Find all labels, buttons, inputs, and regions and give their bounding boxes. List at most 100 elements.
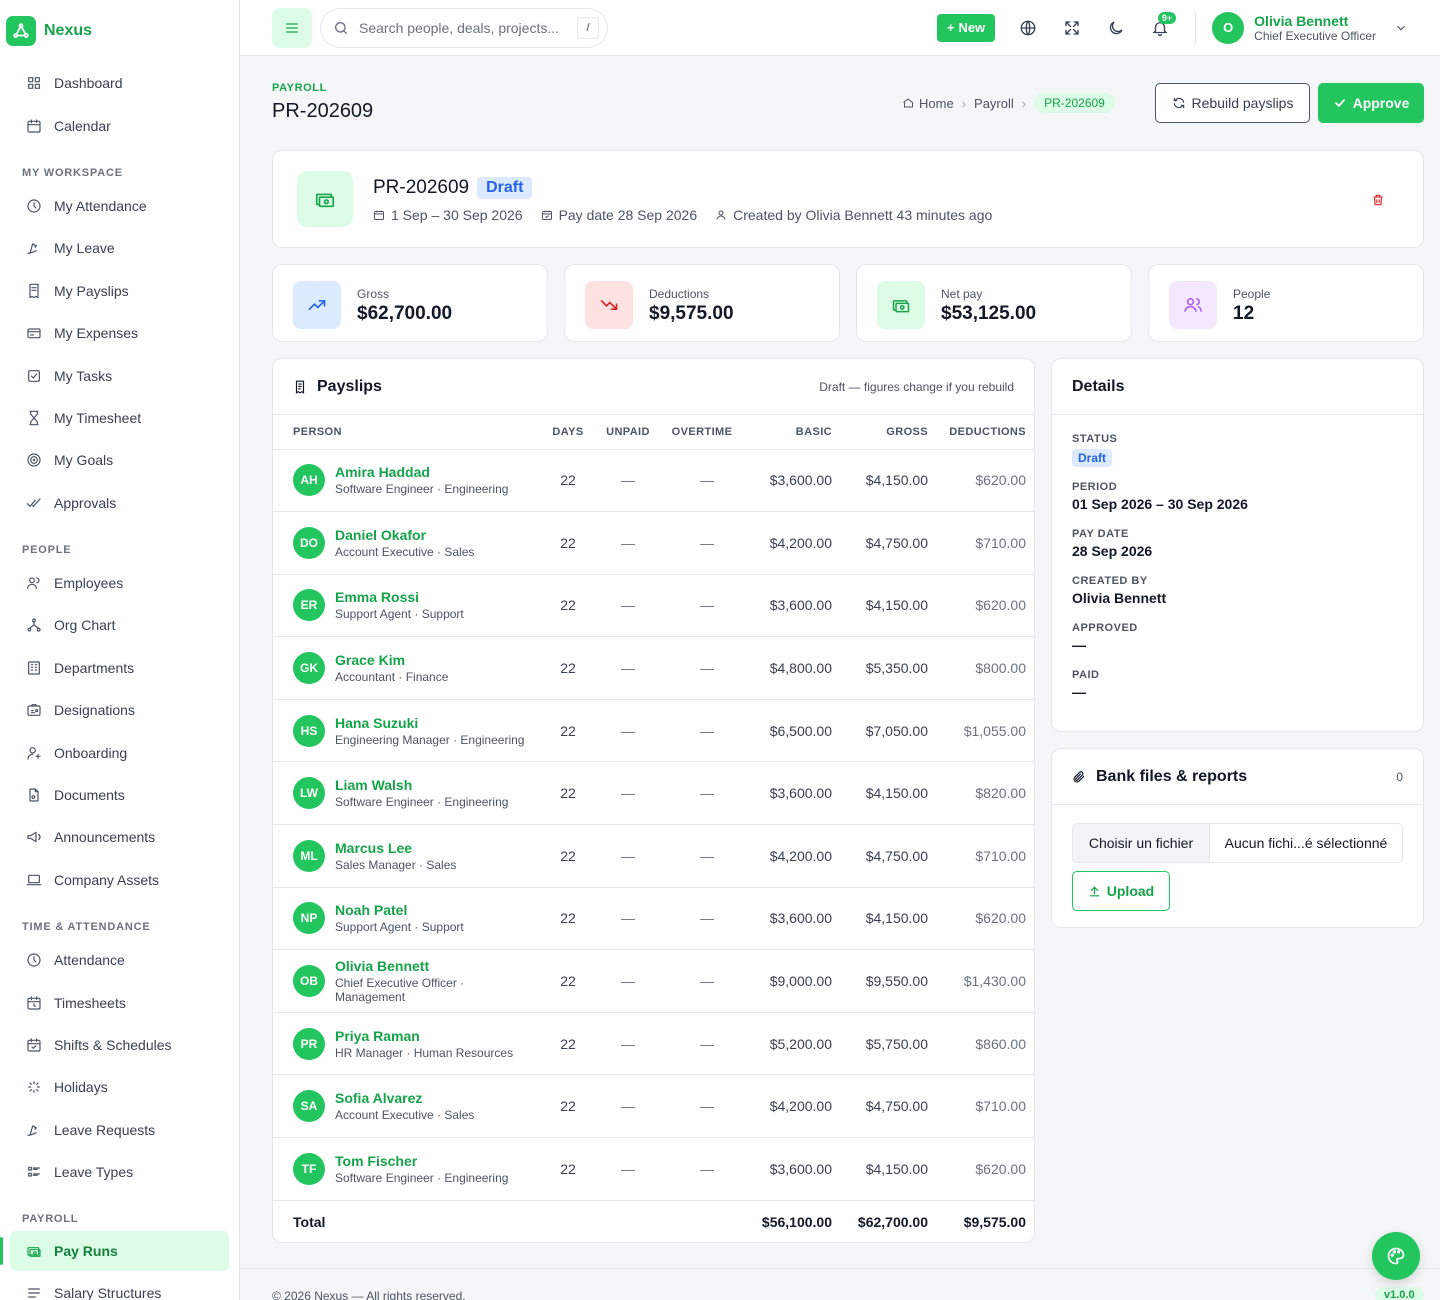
users-icon bbox=[1169, 281, 1217, 329]
sidebar-item-departments[interactable]: Departments bbox=[0, 647, 239, 689]
table-row[interactable]: SA Sofia Alvarez Account Executive · Sales… bbox=[273, 1074, 1034, 1139]
delete-button[interactable] bbox=[1371, 193, 1385, 207]
divider bbox=[1195, 9, 1197, 46]
sidebar-item-leave-requests[interactable]: Leave Requests bbox=[0, 1109, 239, 1151]
sidebar-item-my-attendance[interactable]: My Attendance bbox=[0, 185, 239, 227]
deductions-cell: $860.00 bbox=[936, 1012, 1034, 1076]
sidebar-item-approvals[interactable]: Approvals bbox=[0, 482, 239, 524]
column-header[interactable]: Days bbox=[540, 415, 596, 450]
search-input[interactable] bbox=[359, 19, 567, 36]
column-header[interactable]: Person bbox=[273, 415, 540, 450]
sidebar-item-announcements[interactable]: Announcements bbox=[0, 816, 239, 858]
table-row[interactable]: DO Daniel Okafor Account Executive · Sales… bbox=[273, 511, 1034, 575]
person-name-link[interactable]: Liam Walsh bbox=[335, 777, 508, 793]
column-header[interactable]: Deductions bbox=[936, 415, 1034, 450]
salary-structures-icon bbox=[28, 1287, 40, 1298]
table-row[interactable]: PR Priya Raman HR Manager · Human Resource… bbox=[273, 1012, 1034, 1076]
column-header[interactable]: Overtime bbox=[660, 415, 744, 450]
sidebar-item-company-assets[interactable]: Company Assets bbox=[0, 859, 239, 901]
unpaid-cell: — bbox=[596, 761, 660, 826]
table-row[interactable]: ER Emma Rossi Support Agent · Support 22— — $… bbox=[273, 574, 1034, 638]
sidebar-item-holidays[interactable]: Holidays bbox=[0, 1066, 239, 1108]
search-box[interactable]: / bbox=[320, 7, 608, 48]
table-row[interactable]: AH Amira Haddad Software Engineer · Engine… bbox=[273, 449, 1034, 513]
table-row[interactable]: TF Tom Fischer Software Engineer · Enginee… bbox=[273, 1137, 1034, 1201]
upload-button[interactable]: Upload bbox=[1072, 871, 1170, 911]
person-name-link[interactable]: Sofia Alvarez bbox=[335, 1090, 474, 1106]
sidebar-item-label: My Tasks bbox=[54, 367, 113, 384]
plus-icon: + bbox=[946, 20, 955, 35]
sidebar-item-shifts-schedules[interactable]: Shifts & Schedules bbox=[0, 1024, 239, 1066]
column-header[interactable]: Gross bbox=[840, 415, 936, 450]
sidebar-item-timesheets[interactable]: Timesheets bbox=[0, 981, 239, 1023]
sidebar-item-attendance[interactable]: Attendance bbox=[0, 939, 239, 981]
person-name-link[interactable]: Hana Suzuki bbox=[335, 715, 524, 731]
sidebar-item-dashboard[interactable]: Dashboard bbox=[0, 62, 239, 104]
sidebar-item-designations[interactable]: Designations bbox=[0, 689, 239, 731]
table-row[interactable]: NP Noah Patel Support Agent · Support 22— — $… bbox=[273, 887, 1034, 951]
column-header[interactable]: Basic bbox=[744, 415, 840, 450]
sidebar-section-my-workspace: My Workspace bbox=[22, 166, 123, 179]
file-input[interactable]: Choisir un fichier Aucun fichi...é sélec… bbox=[1072, 823, 1403, 863]
table-row[interactable]: OB Olivia Bennett Chief Executive Officer … bbox=[273, 949, 1034, 1013]
user-menu[interactable]: O Olivia Bennett Chief Executive Officer bbox=[1212, 11, 1408, 44]
sidebar-item-documents[interactable]: Documents bbox=[0, 774, 239, 816]
person-name-link[interactable]: Amira Haddad bbox=[335, 464, 508, 480]
breadcrumb-home[interactable]: Home bbox=[902, 96, 954, 111]
sidebar-item-label: Documents bbox=[54, 787, 125, 804]
breadcrumb: Home › Payroll › PR-202609 bbox=[902, 92, 1115, 114]
person-name-link[interactable]: Priya Raman bbox=[335, 1028, 513, 1044]
basic-cell: $3,600.00 bbox=[744, 761, 840, 826]
payslips-note: Draft — figures change if you rebuild bbox=[819, 379, 1014, 394]
table-row[interactable]: HS Hana Suzuki Engineering Manager · Engin… bbox=[273, 699, 1034, 763]
table-row[interactable]: ML Marcus Lee Sales Manager · Sales 22— — $4,… bbox=[273, 824, 1034, 888]
sidebar-item-employees[interactable]: Employees bbox=[0, 562, 239, 604]
person-name-link[interactable]: Olivia Bennett bbox=[335, 958, 532, 974]
language-button[interactable] bbox=[1009, 9, 1047, 47]
new-button[interactable]: + New bbox=[936, 13, 996, 42]
gross-cell: $9,550.00 bbox=[840, 949, 936, 1013]
theme-customizer-button[interactable] bbox=[1372, 1232, 1420, 1280]
person-name-link[interactable]: Tom Fischer bbox=[335, 1153, 508, 1169]
sidebar-item-salary-structures[interactable]: Salary Structures bbox=[0, 1271, 239, 1300]
sidebar-item-my-timesheet[interactable]: My Timesheet bbox=[0, 397, 239, 439]
theme-toggle-button[interactable] bbox=[1097, 9, 1135, 47]
person-name-link[interactable]: Emma Rossi bbox=[335, 589, 464, 605]
sidebar-item-leave-types[interactable]: Leave Types bbox=[0, 1151, 239, 1193]
notifications-button[interactable]: 9+ bbox=[1141, 9, 1179, 47]
person-name-link[interactable]: Daniel Okafor bbox=[335, 527, 474, 543]
person-name-link[interactable]: Marcus Lee bbox=[335, 840, 456, 856]
gross-cell: $5,750.00 bbox=[840, 1012, 936, 1076]
departments-icon bbox=[28, 661, 40, 675]
unpaid-cell: — bbox=[596, 699, 660, 763]
table-row[interactable]: GK Grace Kim Accountant · Finance 22— — $4,80… bbox=[273, 636, 1034, 700]
paid-label: Paid bbox=[1072, 669, 1100, 681]
breadcrumb-payroll[interactable]: Payroll bbox=[974, 96, 1014, 111]
sidebar-item-org-chart[interactable]: Org Chart bbox=[0, 604, 239, 646]
sidebar-item-calendar[interactable]: Calendar bbox=[0, 104, 239, 146]
person-name-link[interactable]: Grace Kim bbox=[335, 652, 448, 668]
approve-button[interactable]: Approve bbox=[1318, 83, 1424, 123]
sidebar-item-my-expenses[interactable]: My Expenses bbox=[0, 312, 239, 354]
sidebar-item-my-payslips[interactable]: My Payslips bbox=[0, 270, 239, 312]
sidebar-item-my-tasks[interactable]: My Tasks bbox=[0, 354, 239, 396]
deductions-cell: $620.00 bbox=[936, 1137, 1034, 1201]
empty-cell bbox=[596, 1200, 660, 1242]
total-deductions: $9,575.00 bbox=[963, 1214, 1026, 1231]
sidebar-item-onboarding[interactable]: Onboarding bbox=[0, 731, 239, 773]
person-cell: LW Liam Walsh Software Engineer · Engineer… bbox=[273, 761, 540, 826]
fullscreen-button[interactable] bbox=[1053, 9, 1091, 47]
table-row[interactable]: LW Liam Walsh Software Engineer · Engineer… bbox=[273, 761, 1034, 826]
sidebar-item-my-goals[interactable]: My Goals bbox=[0, 439, 239, 481]
rebuild-payslips-button[interactable]: Rebuild payslips bbox=[1155, 83, 1310, 123]
sidebar-item-pay-runs[interactable]: Pay Runs bbox=[0, 1231, 229, 1272]
sidebar-item-my-leave[interactable]: My Leave bbox=[0, 227, 239, 269]
choose-file-button[interactable]: Choisir un fichier bbox=[1073, 824, 1210, 862]
user-name: Olivia Bennett bbox=[1254, 12, 1349, 29]
column-header[interactable]: Unpaid bbox=[596, 415, 660, 450]
person-name-link[interactable]: Noah Patel bbox=[335, 902, 464, 918]
menu-toggle-button[interactable] bbox=[272, 7, 312, 48]
brand[interactable]: Nexus bbox=[0, 0, 239, 62]
designations-icon bbox=[27, 704, 41, 717]
my-timesheet-icon bbox=[29, 410, 39, 426]
